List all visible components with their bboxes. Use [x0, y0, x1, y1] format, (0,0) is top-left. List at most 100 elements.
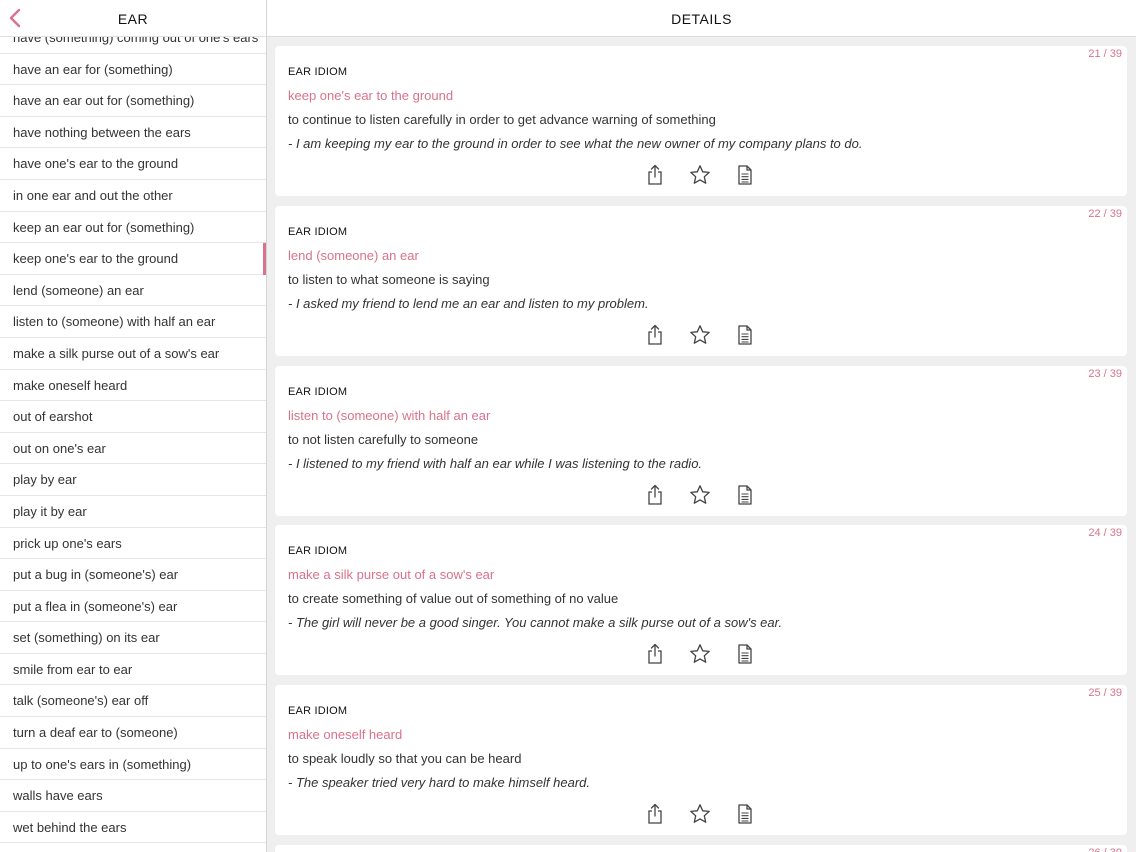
card-idiom: lend (someone) an ear — [288, 248, 419, 263]
idiom-list-item[interactable]: out of earshot — [0, 401, 266, 433]
card-actions — [641, 803, 761, 825]
share-button[interactable] — [644, 484, 666, 506]
card-counter: 26 / 39 — [1088, 847, 1122, 852]
star-icon — [690, 165, 710, 184]
card-example: - The girl will never be a good singer. … — [288, 615, 783, 630]
idiom-list-item[interactable]: walls have ears — [0, 780, 266, 812]
details-title: DETAILS — [671, 11, 732, 27]
card-example: - I am keeping my ear to the ground in o… — [288, 136, 863, 151]
card-counter: 23 / 39 — [1088, 368, 1122, 380]
idiom-list-item[interactable]: lend (someone) an ear — [0, 275, 266, 307]
note-button[interactable] — [734, 643, 756, 665]
idiom-card: 22 / 39 EAR IDIOM lend (someone) an ear … — [275, 206, 1127, 356]
favorite-button[interactable] — [689, 484, 711, 506]
card-category: EAR IDIOM — [288, 66, 348, 78]
share-button[interactable] — [644, 164, 666, 186]
idiom-list-item[interactable]: have one's ear to the ground — [0, 148, 266, 180]
card-category: EAR IDIOM — [288, 705, 348, 717]
share-icon — [648, 324, 662, 345]
idiom-list-item[interactable]: out on one's ear — [0, 433, 266, 465]
idiom-list-item[interactable]: play by ear — [0, 464, 266, 496]
card-definition: to continue to listen carefully in order… — [288, 112, 716, 127]
document-icon — [738, 485, 752, 505]
pane-divider — [266, 0, 267, 852]
document-icon — [738, 325, 752, 345]
star-icon — [690, 325, 710, 344]
idiom-list: have (something) coming out of one's ear… — [0, 22, 266, 844]
share-icon — [648, 484, 662, 505]
details-pane: DETAILS 21 / 39 EAR IDIOM keep one's ear… — [267, 0, 1136, 852]
card-actions — [641, 164, 761, 186]
idiom-card: 21 / 39 EAR IDIOM keep one's ear to the … — [275, 46, 1127, 196]
card-category: EAR IDIOM — [288, 545, 348, 557]
idiom-list-item[interactable]: put a bug in (someone's) ear — [0, 559, 266, 591]
star-icon — [690, 485, 710, 504]
idiom-list-item[interactable]: make a silk purse out of a sow's ear — [0, 338, 266, 370]
card-definition: to not listen carefully to someone — [288, 432, 479, 447]
document-icon — [738, 804, 752, 824]
share-button[interactable] — [644, 324, 666, 346]
share-button[interactable] — [644, 803, 666, 825]
idiom-list-item[interactable]: play it by ear — [0, 496, 266, 528]
idiom-list-item[interactable]: set (something) on its ear — [0, 622, 266, 654]
idiom-list-item[interactable]: turn a deaf ear to (someone) — [0, 717, 266, 749]
idiom-list-item[interactable]: wet behind the ears — [0, 812, 266, 844]
idiom-list-item[interactable]: have an ear out for (something) — [0, 85, 266, 117]
idiom-list-item[interactable]: prick up one's ears — [0, 528, 266, 560]
details-header: DETAILS — [267, 0, 1136, 37]
idiom-sidebar: have (something) coming out of one's ear… — [0, 0, 266, 852]
card-counter: 21 / 39 — [1088, 48, 1122, 60]
card-idiom: listen to (someone) with half an ear — [288, 408, 491, 423]
card-category: EAR IDIOM — [288, 386, 348, 398]
note-button[interactable] — [734, 803, 756, 825]
idiom-list-item[interactable]: have an ear for (something) — [0, 54, 266, 86]
idiom-card: 23 / 39 EAR IDIOM listen to (someone) wi… — [275, 366, 1127, 516]
card-idiom: keep one's ear to the ground — [288, 88, 454, 103]
card-category: EAR IDIOM — [288, 226, 348, 238]
share-icon — [648, 803, 662, 824]
share-icon — [648, 643, 662, 664]
card-idiom: make oneself heard — [288, 727, 403, 742]
card-actions — [641, 643, 761, 665]
favorite-button[interactable] — [689, 164, 711, 186]
idiom-list-item[interactable]: smile from ear to ear — [0, 654, 266, 686]
document-icon — [738, 165, 752, 185]
card-actions — [641, 484, 761, 506]
card-example: - The speaker tried very hard to make hi… — [288, 775, 591, 790]
idiom-card: 26 / 39 — [275, 845, 1127, 852]
card-idiom: make a silk purse out of a sow's ear — [288, 567, 495, 582]
favorite-button[interactable] — [689, 803, 711, 825]
idiom-list-item[interactable]: have nothing between the ears — [0, 117, 266, 149]
card-definition: to speak loudly so that you can be heard — [288, 751, 522, 766]
note-button[interactable] — [734, 324, 756, 346]
card-example: - I listened to my friend with half an e… — [288, 456, 703, 471]
card-counter: 22 / 39 — [1088, 208, 1122, 220]
idiom-card: 25 / 39 EAR IDIOM make oneself heard to … — [275, 685, 1127, 835]
card-definition: to create something of value out of some… — [288, 591, 619, 606]
idiom-list-item[interactable]: put a flea in (someone's) ear — [0, 591, 266, 623]
card-counter: 25 / 39 — [1088, 687, 1122, 699]
star-icon — [690, 644, 710, 663]
sidebar-title: EAR — [117, 11, 149, 27]
card-definition: to listen to what someone is saying — [288, 272, 490, 287]
note-button[interactable] — [734, 484, 756, 506]
favorite-button[interactable] — [689, 324, 711, 346]
idiom-list-item[interactable]: make oneself heard — [0, 370, 266, 402]
star-icon — [690, 804, 710, 823]
share-icon — [648, 164, 662, 185]
idiom-list-item[interactable]: talk (someone's) ear off — [0, 685, 266, 718]
idiom-card: 24 / 39 EAR IDIOM make a silk purse out … — [275, 525, 1127, 675]
card-example: - I asked my friend to lend me an ear an… — [288, 296, 649, 311]
favorite-button[interactable] — [689, 643, 711, 665]
share-button[interactable] — [644, 643, 666, 665]
idiom-list-item[interactable]: keep an ear out for (something) — [0, 212, 266, 244]
idiom-list-item[interactable]: keep one's ear to the ground — [0, 243, 266, 275]
card-actions — [641, 324, 761, 346]
idiom-list-item[interactable]: listen to (someone) with half an ear — [0, 306, 266, 338]
document-icon — [738, 644, 752, 664]
card-counter: 24 / 39 — [1088, 527, 1122, 539]
idiom-list-item[interactable]: up to one's ears in (something) — [0, 749, 266, 781]
note-button[interactable] — [734, 164, 756, 186]
sidebar-header: EAR — [0, 0, 266, 37]
idiom-list-item[interactable]: in one ear and out the other — [0, 180, 266, 212]
